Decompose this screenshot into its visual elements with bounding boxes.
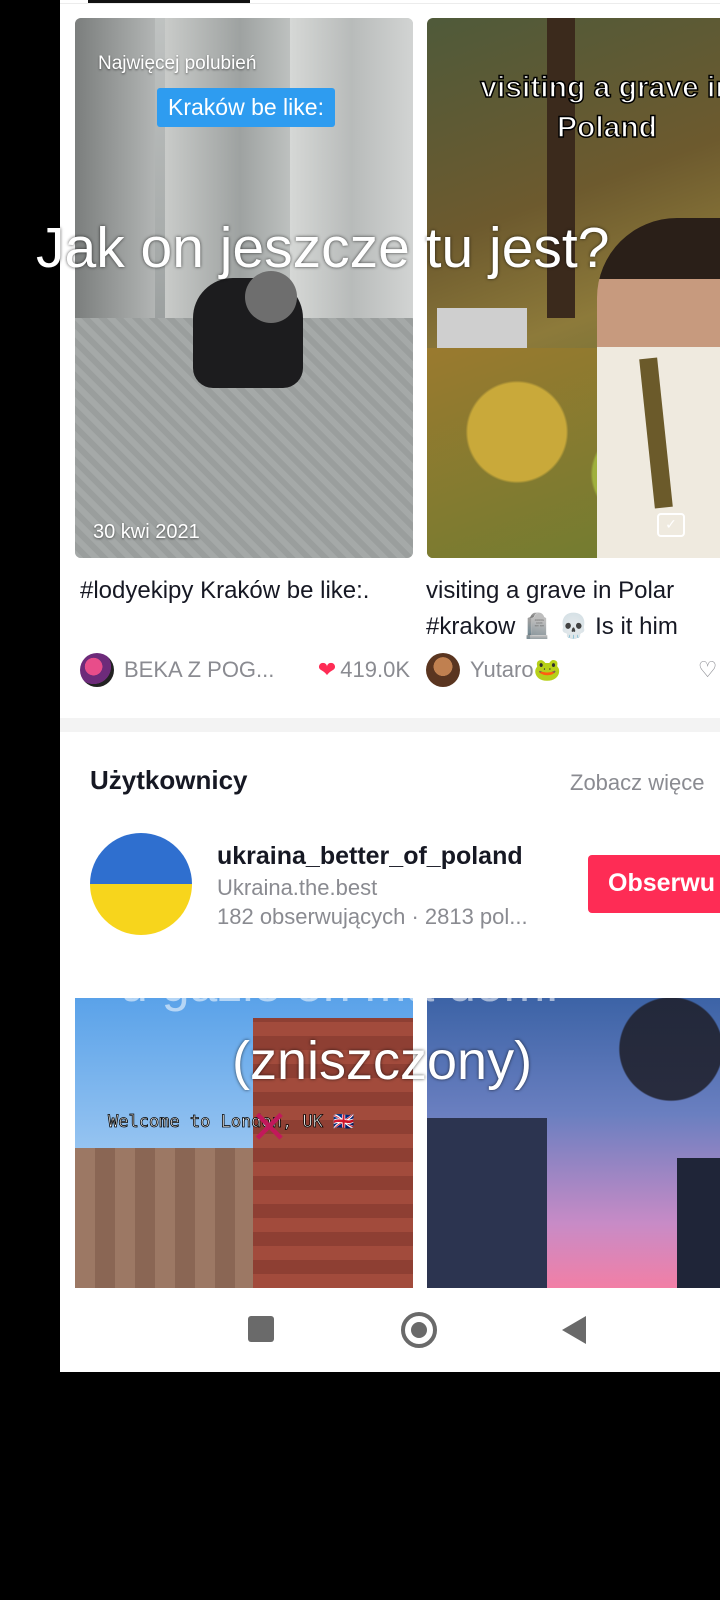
user-avatar[interactable] [90, 833, 192, 935]
section-divider [60, 718, 720, 732]
author-avatar[interactable] [426, 653, 460, 687]
video-description[interactable]: #lodyekipy Kraków be like:. [80, 573, 410, 609]
cross-mark: ✕ [250, 1101, 289, 1153]
user-nickname: Ukraina.the.best [217, 875, 378, 900]
top-divider [60, 3, 720, 4]
recent-apps-icon[interactable] [248, 1316, 274, 1342]
home-icon-dot [411, 1322, 427, 1338]
thumbnail-building [75, 1148, 255, 1288]
video-card-2[interactable]: visiting a grave in Poland ✓ [427, 18, 720, 558]
back-icon[interactable] [562, 1316, 586, 1344]
see-more-link[interactable]: Zobacz więce [570, 770, 705, 796]
playlist-check-icon: ✓ [657, 513, 685, 537]
follow-button[interactable]: Obserwu [588, 855, 720, 913]
video-caption: Welcome to London, UK 🇬🇧 [108, 1112, 355, 1133]
system-nav-bar [60, 1288, 720, 1372]
video-card-1[interactable]: Najwięcej polubień Kraków be like: 30 kw… [75, 18, 413, 558]
overlay-caption: (zniszczony) [232, 1031, 533, 1091]
video-meta: Yutaro🐸 ♡ 33 [426, 653, 720, 687]
app-screen: Najwięcej polubień Kraków be like: 30 kw… [60, 0, 720, 1372]
video-meta: BEKA Z POG... ❤ 419.0K [80, 653, 410, 687]
most-liked-badge: Najwięcej polubień [98, 53, 257, 74]
video-title-badge: Kraków be like: [157, 88, 335, 127]
thumbnail-tree-branches [587, 998, 720, 1168]
user-username[interactable]: ukraina_better_of_poland [217, 842, 523, 871]
user-stats: 182 obserwujących · 2813 pol... [217, 904, 528, 929]
video-description[interactable]: visiting a grave in Polar #krakow 🪦 💀 Is… [426, 573, 720, 645]
overlay-caption-faded: u gazie on ma dom! [120, 956, 560, 1012]
video-date: 30 kwi 2021 [93, 521, 200, 543]
thumbnail-building [427, 1118, 547, 1288]
author-name[interactable]: Yutaro🐸 [470, 657, 698, 683]
overlay-caption: Jak on jeszcze tu jest? [36, 216, 610, 280]
video-caption: visiting a grave in Poland [480, 70, 720, 145]
home-icon[interactable] [401, 1312, 437, 1348]
users-section-title: Użytkownicy [90, 765, 248, 795]
heart-outline-icon[interactable]: ♡ [698, 657, 718, 683]
author-avatar[interactable] [80, 653, 114, 687]
author-name[interactable]: BEKA Z POG... [124, 657, 318, 683]
thumbnail-building [677, 1158, 720, 1288]
description-line: visiting a grave in Polar [426, 577, 675, 604]
heart-filled-icon[interactable]: ❤ [318, 657, 336, 683]
description-line: #krakow 🪦 💀 Is it him [426, 613, 678, 640]
like-count: 419.0K [340, 657, 410, 682]
